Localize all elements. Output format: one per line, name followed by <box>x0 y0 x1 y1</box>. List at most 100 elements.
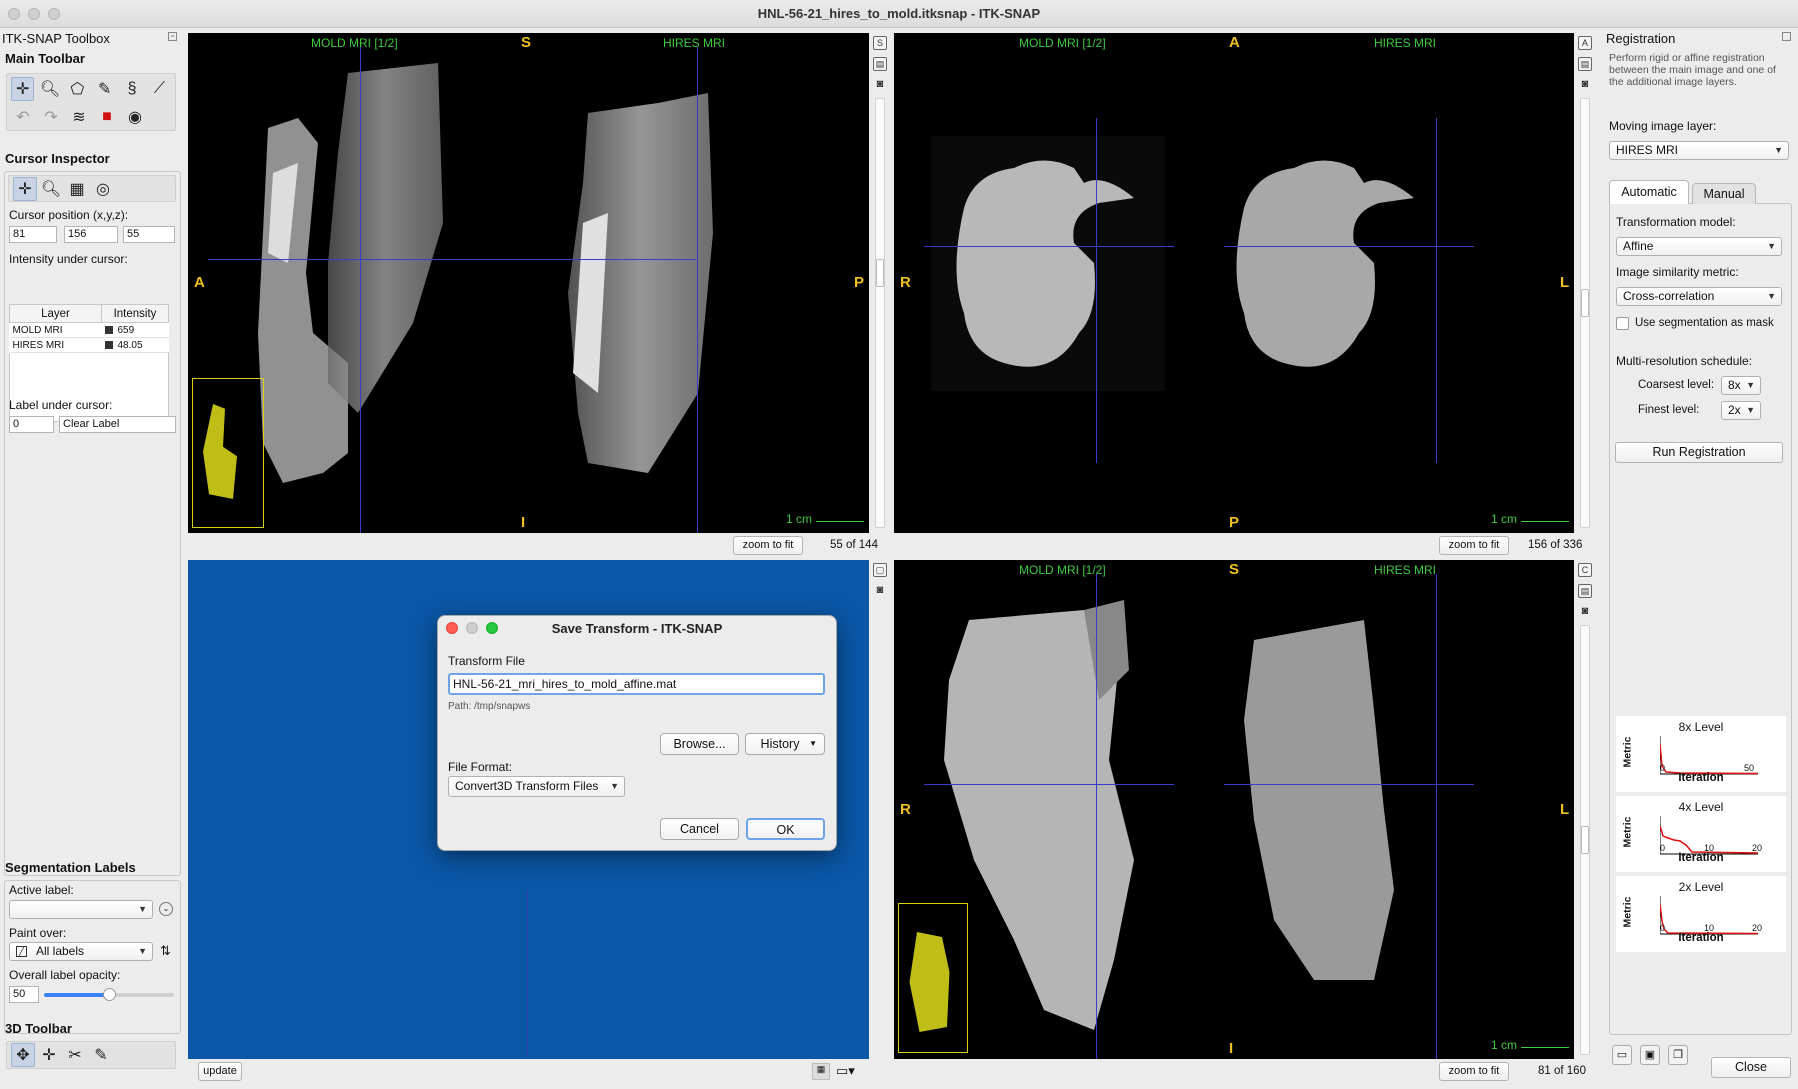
undo-icon[interactable]: ↶ <box>11 105 35 129</box>
chevron-down-icon: ▼ <box>1767 241 1776 251</box>
plot-title: 8x Level <box>1678 720 1724 734</box>
view-layer-label: MOLD MRI [1/2] <box>311 36 398 50</box>
3d-camera-icon[interactable]: ▭▾ <box>836 1063 855 1079</box>
view-layout-icon[interactable]: S <box>873 36 887 50</box>
view-layers-icon[interactable]: ▤ <box>873 57 887 71</box>
cursor-y-field[interactable]: 156 <box>64 226 118 243</box>
slice-scrollbar-thumb[interactable] <box>1581 826 1589 854</box>
snake-tool-icon[interactable]: § <box>120 77 143 101</box>
screenshot-icon[interactable]: ◙ <box>1578 78 1592 92</box>
view-layers-icon[interactable]: ▤ <box>1578 57 1592 71</box>
label-id-field[interactable]: 0 <box>9 416 54 433</box>
cancel-button[interactable]: Cancel <box>660 818 739 840</box>
opacity-value-field[interactable]: 50 <box>9 986 39 1003</box>
view-layer-label: HIRES MRI <box>1374 563 1437 577</box>
view-layout-icon[interactable]: ▢ <box>873 563 887 577</box>
transform-model-dropdown[interactable]: Affine ▼ <box>1616 237 1782 256</box>
cursor-inspector-panel: ✛ 🔍︎ ▦ ◎ <box>4 171 181 876</box>
slice-scrollbar[interactable] <box>875 98 885 528</box>
finest-level-dropdown[interactable]: 2x ▼ <box>1721 401 1761 420</box>
cursor-z-field[interactable]: 55 <box>123 226 175 243</box>
toolbox-detach-icon[interactable]: ▫ <box>168 32 177 41</box>
thumbnail-box[interactable] <box>898 903 968 1053</box>
chevron-down-icon: ▼ <box>1746 380 1755 390</box>
zoom-to-fit-button[interactable]: zoom to fit <box>1439 1062 1509 1081</box>
sagittal-view[interactable]: MOLD MRI [1/2] HIRES MRI S I R L 1 cm <box>894 560 1574 1059</box>
annotation-tool-icon[interactable]: ⟋ <box>148 77 171 101</box>
coarsest-level-dropdown[interactable]: 8x ▼ <box>1721 376 1761 395</box>
tab-automatic[interactable]: Automatic <box>1609 180 1689 204</box>
file-format-dropdown[interactable]: Convert3D Transform Files ▼ <box>448 776 625 797</box>
slice-scrollbar[interactable] <box>1580 625 1590 1055</box>
paint-over-dropdown[interactable]: ╱ All labels ▼ <box>9 942 153 961</box>
label-color-icon[interactable]: ■ <box>95 105 119 129</box>
3d-grid-icon[interactable]: ▦ <box>812 1063 830 1080</box>
screenshot-icon[interactable]: ◙ <box>873 78 887 92</box>
opacity-slider-handle[interactable] <box>103 988 116 1001</box>
3d-crosshair-icon[interactable]: ✛ <box>37 1043 61 1067</box>
table-row[interactable]: MOLD MRI 659 <box>9 322 169 338</box>
zoom-tool-icon[interactable]: 🔍︎ <box>38 77 61 101</box>
orientation-bottom: P <box>1229 514 1240 531</box>
layers-icon[interactable]: ≋ <box>67 105 91 129</box>
inspector-crosshair-icon[interactable]: ✛ <box>13 176 37 201</box>
run-registration-button[interactable]: Run Registration <box>1615 442 1783 463</box>
palette-icon[interactable]: ◉ <box>123 105 147 129</box>
scale-bar: 1 cm <box>1491 512 1569 526</box>
similarity-metric-label: Image similarity metric: <box>1616 265 1739 279</box>
browse-button[interactable]: Browse... <box>660 733 739 755</box>
label-name-field[interactable]: Clear Label <box>59 416 176 433</box>
cursor-x-field[interactable]: 81 <box>9 226 57 243</box>
orientation-right: P <box>854 274 865 291</box>
inspector-webcam-icon[interactable]: ◎ <box>91 177 115 201</box>
transform-file-input[interactable]: HNL-56-21_mri_hires_to_mold_affine.mat <box>448 673 825 695</box>
active-label-dropdown[interactable]: ▼ <box>9 900 153 919</box>
3d-scalpel-icon[interactable]: ✂ <box>63 1043 87 1067</box>
coronal-view[interactable]: MOLD MRI [1/2] HIRES MRI A P R L 1 cm <box>894 33 1574 533</box>
label-options-icon[interactable]: ⌄ <box>159 902 173 916</box>
screenshot-icon[interactable]: ◙ <box>873 584 887 598</box>
thumbnail-box[interactable] <box>192 378 264 528</box>
table-header-intensity: Intensity <box>101 304 169 323</box>
swap-labels-icon[interactable]: ⇅ <box>160 943 171 959</box>
slice-scrollbar[interactable] <box>1580 98 1590 528</box>
moving-layer-dropdown[interactable]: HIRES MRI ▼ <box>1609 141 1789 160</box>
use-seg-mask-checkbox[interactable] <box>1616 317 1629 330</box>
crosshair-tool-icon[interactable]: ✛ <box>11 77 35 101</box>
slice-scrollbar-thumb[interactable] <box>1581 289 1589 317</box>
3d-rotate-icon[interactable]: ✥ <box>11 1043 35 1067</box>
coronal-view-sidebar: A ▤ ◙ <box>1575 33 1595 533</box>
view-layers-icon[interactable]: ▤ <box>1578 584 1592 598</box>
scale-bar-label: 1 cm <box>786 512 813 526</box>
opacity-slider-track[interactable] <box>44 988 174 1001</box>
history-button[interactable]: History ▼ <box>745 733 825 755</box>
3d-spray-icon[interactable]: ✎ <box>89 1043 113 1067</box>
inspector-table-icon[interactable]: ▦ <box>65 177 89 201</box>
update-button[interactable]: update <box>198 1062 242 1081</box>
redo-icon[interactable]: ↷ <box>39 105 63 129</box>
similarity-metric-dropdown[interactable]: Cross-correlation ▼ <box>1616 287 1782 306</box>
view-layout-icon[interactable]: A <box>1578 36 1592 50</box>
zoom-to-fit-button[interactable]: zoom to fit <box>1439 536 1509 555</box>
panel-detach-icon[interactable] <box>1782 32 1791 41</box>
copy-icon[interactable]: ❐ <box>1668 1045 1688 1065</box>
crosshair-vertical <box>1096 574 1097 1059</box>
dialog-title: Save Transform - ITK-SNAP <box>551 621 723 636</box>
slice-scrollbar-thumb[interactable] <box>876 259 884 287</box>
cursor-inspector-title: Cursor Inspector <box>5 151 110 166</box>
paintbrush-tool-icon[interactable]: ✎ <box>93 77 116 101</box>
polygon-tool-icon[interactable]: ⬠ <box>66 77 89 101</box>
view-layer-label: HIRES MRI <box>663 36 726 50</box>
screenshot-icon[interactable]: ◙ <box>1578 605 1592 619</box>
axial-view[interactable]: MOLD MRI [1/2] HIRES MRI S I A P 1 cm <box>188 33 869 533</box>
inspector-zoom-icon[interactable]: 🔍︎ <box>39 177 63 201</box>
table-row[interactable]: HIRES MRI 48.05 <box>9 337 169 353</box>
close-button[interactable]: Close <box>1711 1057 1791 1078</box>
save-icon[interactable]: ▣ <box>1640 1045 1660 1065</box>
tab-manual[interactable]: Manual <box>1692 183 1756 204</box>
view-layout-icon[interactable]: C <box>1578 563 1592 577</box>
open-folder-icon[interactable]: ▭ <box>1612 1045 1632 1065</box>
zoom-to-fit-button[interactable]: zoom to fit <box>733 536 803 555</box>
chevron-down-icon: ▼ <box>138 946 147 956</box>
ok-button[interactable]: OK <box>746 818 825 840</box>
